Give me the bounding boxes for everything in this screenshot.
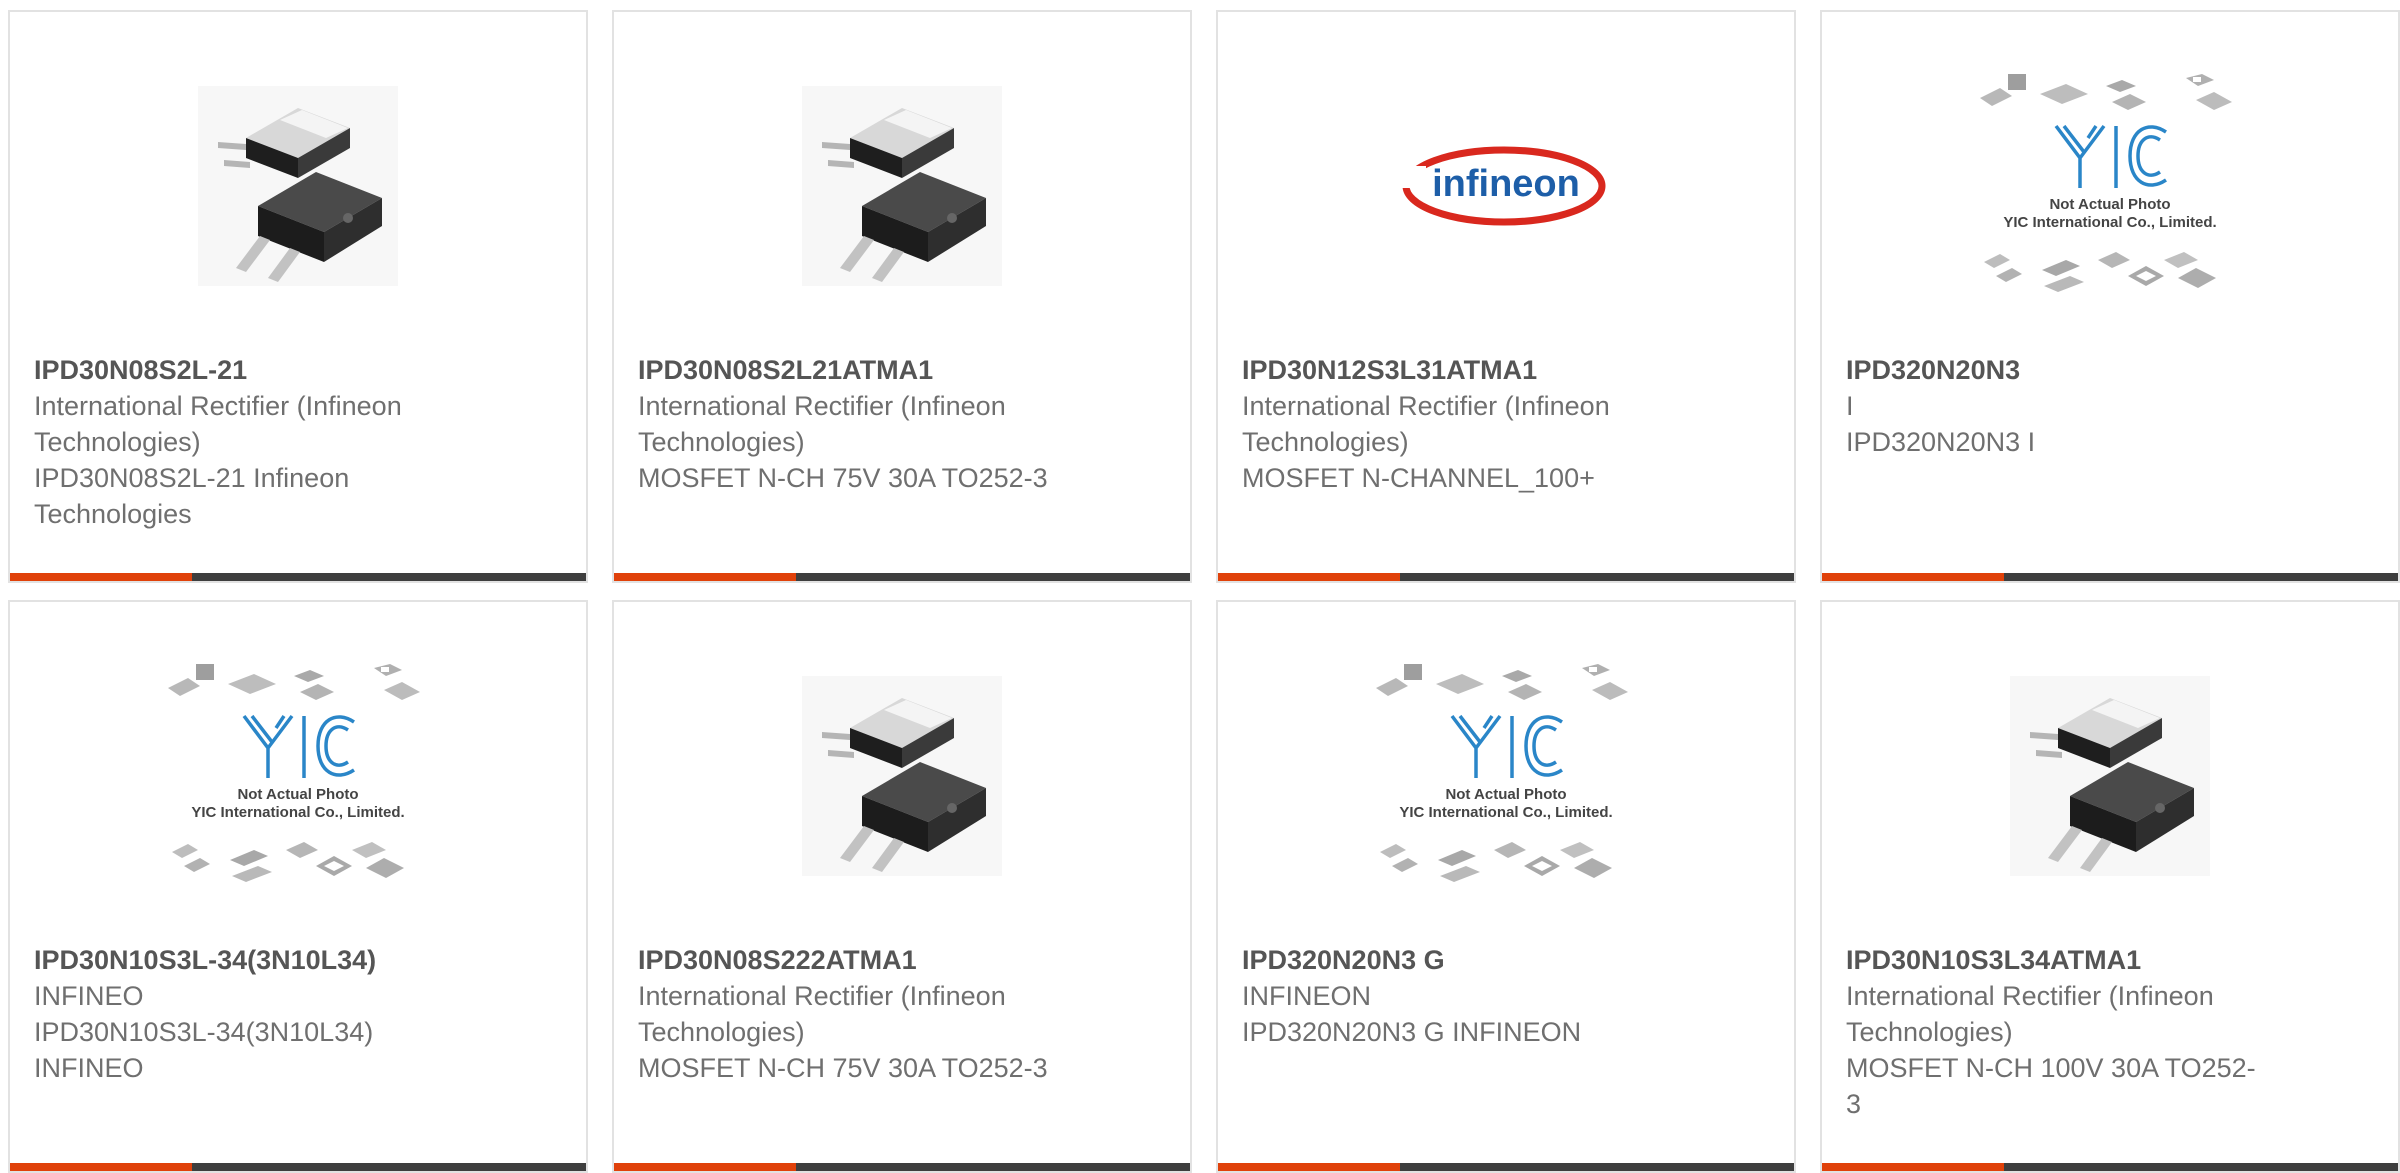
- product-card[interactable]: Not Actual Photo YIC International Co., …: [1820, 10, 2400, 583]
- svg-text:Not Actual Photo: Not Actual Photo: [2049, 196, 2170, 213]
- product-image[interactable]: Not Actual Photo YIC International Co., …: [10, 646, 586, 906]
- product-info: IPD30N08S222ATMA1 International Rectifier…: [638, 942, 1058, 1086]
- dpak-package-image: [198, 86, 398, 286]
- manufacturer: International Rectifier (Infineon Techno…: [34, 391, 402, 457]
- dpak-package-image: [802, 676, 1002, 876]
- infineon-logo-image: infineon: [1396, 146, 1606, 226]
- part-number[interactable]: IPD30N10S3L-34(3N10L34): [34, 942, 454, 978]
- yic-placeholder-image: Not Actual Photo YIC International Co., …: [168, 664, 420, 882]
- product-card[interactable]: Not Actual Photo YIC International Co., …: [1216, 600, 1796, 1173]
- description: MOSFET N-CH 100V 30A TO252-3: [1846, 1053, 2256, 1119]
- product-info: IPD30N08S2L-21 International Rectifier (I…: [34, 352, 454, 532]
- card-bottom-bar: [614, 1163, 1190, 1171]
- product-info: IPD30N10S3L-34(3N10L34) INFINEO IPD30N10S3…: [34, 942, 454, 1086]
- card-bottom-bar: [614, 573, 1190, 581]
- card-bottom-bar: [10, 573, 586, 581]
- part-number[interactable]: IPD30N08S222ATMA1: [638, 942, 1058, 978]
- card-accent-bar: [614, 573, 796, 581]
- manufacturer: I: [1846, 391, 1854, 421]
- product-info: IPD30N10S3L34ATMA1 International Rectifie…: [1846, 942, 2266, 1122]
- product-image[interactable]: Not Actual Photo YIC International Co., …: [1218, 646, 1794, 906]
- product-info: IPD30N12S3L31ATMA1 International Rectifie…: [1242, 352, 1662, 496]
- dpak-package-image: [802, 86, 1002, 286]
- svg-text:YIC International Co., Limited: YIC International Co., Limited.: [1399, 804, 1612, 821]
- product-card[interactable]: IPD30N10S3L34ATMA1 International Rectifie…: [1820, 600, 2400, 1173]
- svg-text:infineon: infineon: [1432, 163, 1580, 205]
- product-image[interactable]: [10, 56, 586, 316]
- manufacturer: INFINEON: [1242, 981, 1372, 1011]
- card-bottom-bar: [1218, 573, 1794, 581]
- product-card[interactable]: Not Actual Photo YIC International Co., …: [8, 600, 588, 1173]
- description: MOSFET N-CHANNEL_100+: [1242, 463, 1595, 493]
- description: IPD320N20N3 I: [1846, 427, 2036, 457]
- product-image[interactable]: infineon: [1218, 56, 1794, 316]
- card-accent-bar: [1218, 1163, 1400, 1171]
- part-number[interactable]: IPD320N20N3 G: [1242, 942, 1662, 978]
- product-card[interactable]: IPD30N08S222ATMA1 International Rectifier…: [612, 600, 1192, 1173]
- card-bottom-bar: [10, 1163, 586, 1171]
- product-image[interactable]: [614, 646, 1190, 906]
- manufacturer: International Rectifier (Infineon Techno…: [638, 391, 1006, 457]
- product-card[interactable]: IPD30N08S2L21ATMA1 International Rectifie…: [612, 10, 1192, 583]
- svg-text:YIC International Co., Limited: YIC International Co., Limited.: [2003, 214, 2216, 231]
- part-number[interactable]: IPD320N20N3: [1846, 352, 2266, 388]
- product-info: IPD320N20N3 I IPD320N20N3 I: [1846, 352, 2266, 460]
- manufacturer: International Rectifier (Infineon Techno…: [638, 981, 1006, 1047]
- description: IPD30N08S2L-21 Infineon Technologies: [34, 463, 350, 529]
- card-accent-bar: [1218, 573, 1400, 581]
- description: IPD320N20N3 G INFINEON: [1242, 1017, 1582, 1047]
- card-accent-bar: [614, 1163, 796, 1171]
- yic-placeholder-image: Not Actual Photo YIC International Co., …: [1980, 74, 2232, 292]
- description: IPD30N10S3L-34(3N10L34) INFINEO: [34, 1017, 374, 1083]
- part-number[interactable]: IPD30N12S3L31ATMA1: [1242, 352, 1662, 388]
- yic-placeholder-image: Not Actual Photo YIC International Co., …: [1376, 664, 1628, 882]
- card-bottom-bar: [1218, 1163, 1794, 1171]
- card-accent-bar: [1822, 573, 2004, 581]
- manufacturer: International Rectifier (Infineon Techno…: [1846, 981, 2214, 1047]
- description: MOSFET N-CH 75V 30A TO252-3: [638, 1053, 1048, 1083]
- part-number[interactable]: IPD30N08S2L21ATMA1: [638, 352, 1058, 388]
- product-card[interactable]: infineon IPD30N12S3L31ATMA1 International…: [1216, 10, 1796, 583]
- card-accent-bar: [10, 573, 192, 581]
- svg-text:Not Actual Photo: Not Actual Photo: [1445, 786, 1566, 803]
- card-accent-bar: [1822, 1163, 2004, 1171]
- card-bottom-bar: [1822, 573, 2398, 581]
- manufacturer: INFINEO: [34, 981, 144, 1011]
- product-image[interactable]: [1822, 646, 2398, 906]
- dpak-package-image: [2010, 676, 2210, 876]
- manufacturer: International Rectifier (Infineon Techno…: [1242, 391, 1610, 457]
- part-number[interactable]: IPD30N08S2L-21: [34, 352, 454, 388]
- card-bottom-bar: [1822, 1163, 2398, 1171]
- product-image[interactable]: Not Actual Photo YIC International Co., …: [1822, 56, 2398, 316]
- description: MOSFET N-CH 75V 30A TO252-3: [638, 463, 1048, 493]
- svg-text:Not Actual Photo: Not Actual Photo: [237, 786, 358, 803]
- product-image[interactable]: [614, 56, 1190, 316]
- product-info: IPD30N08S2L21ATMA1 International Rectifie…: [638, 352, 1058, 496]
- product-info: IPD320N20N3 G INFINEON IPD320N20N3 G INFIN…: [1242, 942, 1662, 1050]
- product-grid: IPD30N08S2L-21 International Rectifier (I…: [0, 0, 2400, 1173]
- svg-text:YIC International Co., Limited: YIC International Co., Limited.: [191, 804, 404, 821]
- card-accent-bar: [10, 1163, 192, 1171]
- product-card[interactable]: IPD30N08S2L-21 International Rectifier (I…: [8, 10, 588, 583]
- part-number[interactable]: IPD30N10S3L34ATMA1: [1846, 942, 2266, 978]
